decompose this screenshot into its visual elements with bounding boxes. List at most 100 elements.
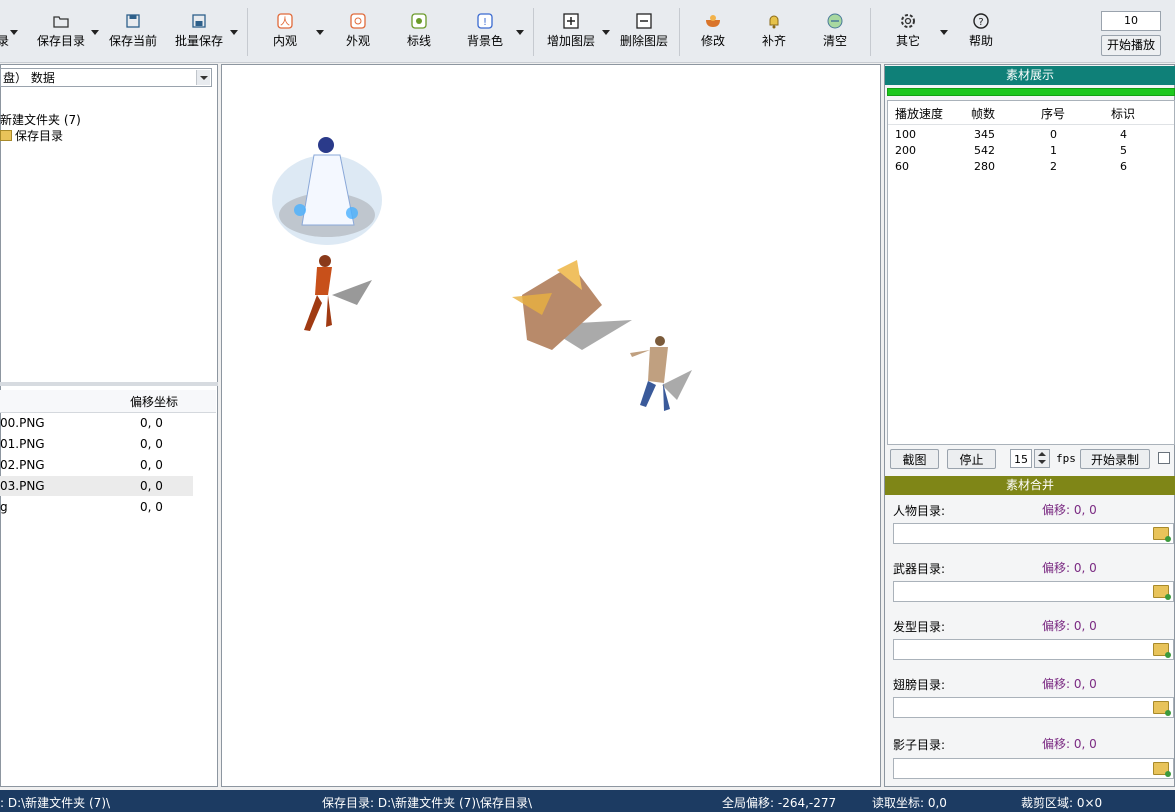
drive-select[interactable]: 盘） 数据 bbox=[0, 68, 212, 87]
outer-view-label: 外观 bbox=[345, 34, 370, 48]
weapon-dir-field[interactable] bbox=[893, 581, 1174, 602]
mark-line-button[interactable]: 标线 bbox=[396, 6, 442, 56]
modify-button[interactable]: 修改 bbox=[690, 6, 736, 56]
start-record-button[interactable]: 开始录制 bbox=[1080, 449, 1150, 469]
list-cell[interactable]: 60 bbox=[895, 160, 909, 173]
delete-layer-button[interactable]: 删除图层 bbox=[616, 6, 672, 56]
column-header-offset[interactable]: 偏移坐标 bbox=[130, 393, 178, 410]
file-row[interactable]: g 0, 0 bbox=[0, 497, 193, 517]
number-input[interactable]: 10 bbox=[1101, 11, 1161, 31]
shadow-dir-field[interactable] bbox=[893, 758, 1174, 779]
fill-button[interactable]: 补齐 bbox=[751, 6, 797, 56]
file-name: 00.PNG bbox=[0, 416, 45, 430]
bg-color-button[interactable]: ! 背景色 bbox=[462, 6, 508, 56]
material-display-title: 素材展示 bbox=[885, 66, 1175, 85]
animation-list[interactable] bbox=[887, 100, 1175, 445]
wing-dir-offset: 偏移: 0, 0 bbox=[1042, 677, 1097, 691]
chevron-down-icon[interactable] bbox=[1038, 460, 1046, 464]
progress-bar bbox=[887, 88, 1175, 96]
minus-icon bbox=[636, 13, 652, 29]
character-dir-offset: 偏移: 0, 0 bbox=[1042, 503, 1097, 517]
list-cell[interactable]: 2 bbox=[1050, 160, 1057, 173]
list-cell[interactable]: 4 bbox=[1120, 128, 1127, 141]
file-row[interactable]: 01.PNG 0, 0 bbox=[0, 434, 193, 454]
start-play-button[interactable]: 开始播放 bbox=[1101, 35, 1161, 56]
file-offset: 0, 0 bbox=[140, 479, 163, 493]
column-header-tag[interactable]: 标识 bbox=[1108, 105, 1138, 122]
panel-splitter[interactable] bbox=[0, 382, 218, 386]
plus-icon bbox=[563, 13, 579, 29]
list-cell[interactable]: 345 bbox=[974, 128, 995, 141]
chevron-down-icon[interactable] bbox=[230, 30, 238, 35]
fps-spinner[interactable] bbox=[1034, 449, 1050, 468]
add-layer-label: 增加图层 bbox=[546, 34, 595, 48]
wing-dir-field[interactable] bbox=[893, 697, 1174, 718]
column-header-index[interactable]: 序号 bbox=[1038, 105, 1068, 122]
chevron-down-icon[interactable] bbox=[940, 30, 948, 35]
folder-add-icon[interactable] bbox=[1153, 643, 1171, 658]
open-dir-label: 录 bbox=[0, 34, 9, 48]
file-name: 03.PNG bbox=[0, 479, 45, 493]
clear-label: 清空 bbox=[822, 34, 847, 48]
fighter-sprite bbox=[630, 336, 692, 411]
folder-add-icon[interactable] bbox=[1153, 762, 1171, 777]
list-header-divider bbox=[888, 124, 1174, 125]
outer-view-button[interactable]: 外观 bbox=[335, 6, 381, 56]
list-cell[interactable]: 200 bbox=[895, 144, 916, 157]
chevron-down-icon[interactable] bbox=[316, 30, 324, 35]
list-cell[interactable]: 5 bbox=[1120, 144, 1127, 157]
clear-button[interactable]: 清空 bbox=[812, 6, 858, 56]
chevron-down-icon[interactable] bbox=[516, 30, 524, 35]
column-header-speed[interactable]: 播放速度 bbox=[893, 105, 945, 122]
list-cell[interactable]: 6 bbox=[1120, 160, 1127, 173]
mark-line-icon bbox=[411, 13, 427, 29]
outer-view-icon bbox=[350, 13, 366, 29]
preview-canvas[interactable] bbox=[221, 64, 881, 787]
file-row[interactable]: 00.PNG 0, 0 bbox=[0, 413, 193, 433]
save-dir-button[interactable]: 保存目录 bbox=[33, 6, 89, 56]
toolbar: 录 保存目录 保存当前 批量保存 人 内观 外观 标线 ! 背景色 增加图层 删… bbox=[0, 0, 1175, 63]
list-cell[interactable]: 0 bbox=[1050, 128, 1057, 141]
fps-input[interactable]: 15 bbox=[1010, 449, 1032, 468]
list-cell[interactable]: 100 bbox=[895, 128, 916, 141]
chevron-down-icon[interactable] bbox=[196, 70, 210, 85]
record-checkbox[interactable] bbox=[1158, 452, 1170, 464]
bg-color-label: 背景色 bbox=[466, 34, 503, 48]
toolbar-separator bbox=[870, 8, 871, 56]
gear-icon bbox=[901, 14, 915, 28]
folder-add-icon[interactable] bbox=[1153, 701, 1171, 716]
hair-dir-field[interactable] bbox=[893, 639, 1174, 660]
folder-add-icon[interactable] bbox=[1153, 585, 1171, 600]
help-button[interactable]: ? 帮助 bbox=[958, 6, 1004, 56]
file-row-selected[interactable]: 03.PNG 0, 0 bbox=[0, 476, 193, 496]
save-current-label: 保存当前 bbox=[108, 34, 157, 48]
inner-view-button[interactable]: 人 内观 bbox=[262, 6, 308, 56]
svg-text:!: ! bbox=[483, 17, 487, 28]
list-cell[interactable]: 280 bbox=[974, 160, 995, 173]
chevron-up-icon[interactable] bbox=[1038, 452, 1046, 456]
wing-dir-label: 翅膀目录: bbox=[893, 678, 946, 692]
open-dir-button[interactable]: 录 bbox=[0, 6, 10, 56]
chevron-down-icon[interactable] bbox=[10, 30, 18, 35]
hair-dir-label: 发型目录: bbox=[893, 620, 946, 634]
list-cell[interactable]: 1 bbox=[1050, 144, 1057, 157]
list-cell[interactable]: 542 bbox=[974, 144, 995, 157]
save-current-button[interactable]: 保存当前 bbox=[105, 6, 161, 56]
batch-save-button[interactable]: 批量保存 bbox=[171, 6, 227, 56]
tree-item-folder[interactable]: 新建文件夹 (7) bbox=[0, 111, 81, 128]
file-offset: 0, 0 bbox=[140, 416, 163, 430]
add-layer-button[interactable]: 增加图层 bbox=[543, 6, 599, 56]
tree-item-save-dir[interactable]: 保存目录 bbox=[15, 127, 63, 144]
folder-add-icon[interactable] bbox=[1153, 527, 1171, 542]
column-header-frames[interactable]: 帧数 bbox=[968, 105, 998, 122]
screenshot-button[interactable]: 截图 bbox=[890, 449, 939, 469]
character-dir-field[interactable] bbox=[893, 523, 1174, 544]
save-icon bbox=[126, 14, 140, 28]
modify-label: 修改 bbox=[700, 34, 725, 48]
warning-icon: ! bbox=[477, 13, 493, 29]
stop-button[interactable]: 停止 bbox=[947, 449, 996, 469]
file-row[interactable]: 02.PNG 0, 0 bbox=[0, 455, 193, 475]
chevron-down-icon[interactable] bbox=[91, 30, 99, 35]
other-button[interactable]: 其它 bbox=[885, 6, 931, 56]
chevron-down-icon[interactable] bbox=[602, 30, 610, 35]
